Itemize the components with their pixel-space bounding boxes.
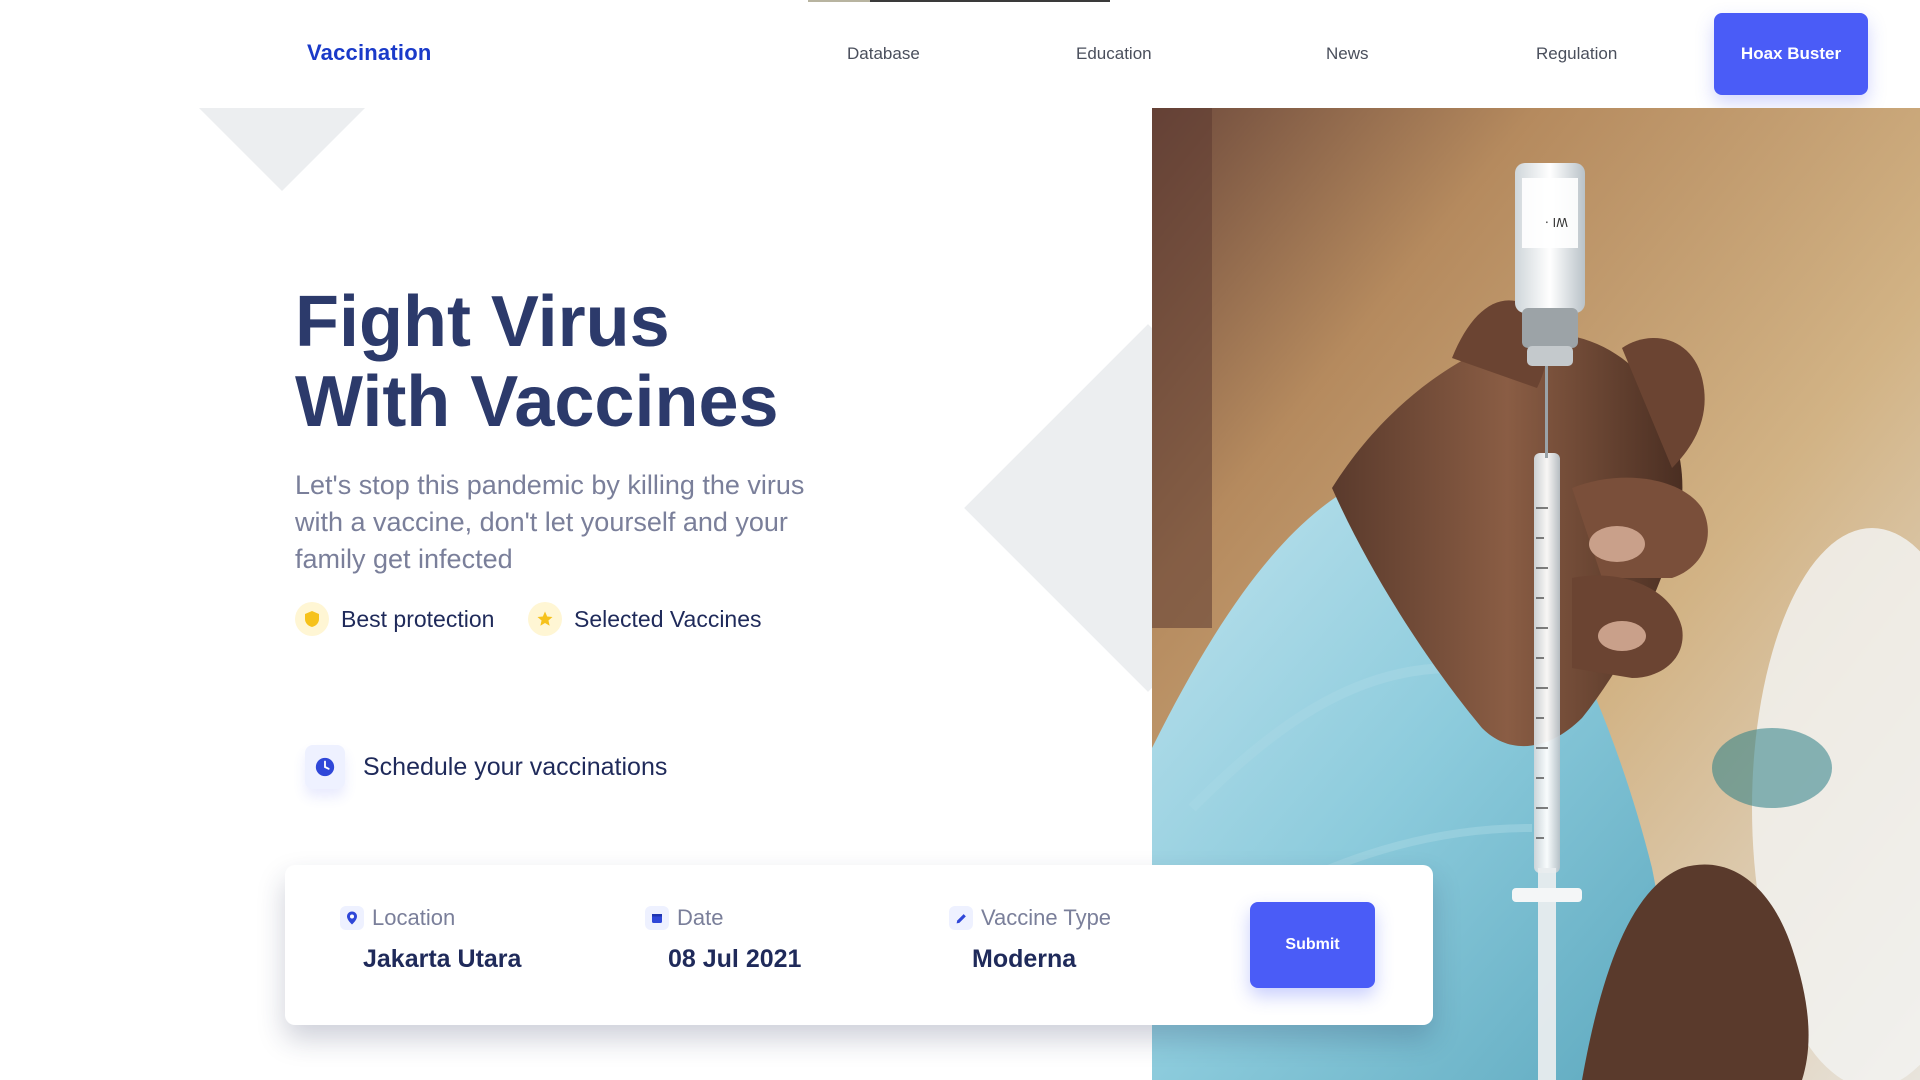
date-label: Date [677, 905, 724, 930]
feature-selected-vaccines: Selected Vaccines [528, 602, 762, 636]
vaccine-type-field[interactable]: Vaccine Type Moderna [949, 905, 1111, 974]
vial-label-text: WI · [1545, 215, 1568, 229]
vaccine-type-label: Vaccine Type [981, 905, 1112, 930]
nav-news[interactable]: News [1326, 44, 1369, 64]
date-value: 08 Jul 2021 [668, 945, 802, 973]
brand-logo[interactable]: Vaccination [307, 40, 431, 66]
hero-headline: Fight Virus With Vaccines [295, 282, 779, 442]
shield-icon [295, 602, 329, 636]
decorative-triangle [199, 108, 365, 191]
date-field[interactable]: Date 08 Jul 2021 [645, 905, 801, 974]
calendar-icon [645, 906, 669, 930]
nav-regulation[interactable]: Regulation [1536, 44, 1617, 64]
hero-subtext: Let's stop this pandemic by killing the … [295, 470, 805, 574]
submit-button[interactable]: Submit [1250, 902, 1375, 988]
nav-database[interactable]: Database [847, 44, 920, 64]
hero-headline-line-1: Fight Virus [295, 282, 670, 362]
location-field[interactable]: Location Jakarta Utara [340, 905, 521, 974]
star-icon [528, 602, 562, 636]
schedule-label: Schedule your vaccinations [363, 752, 668, 781]
feature-label: Best protection [341, 605, 495, 632]
page: Vaccination Database Education News Regu… [0, 0, 1920, 1080]
hero-headline-line-2: With Vaccines [295, 362, 779, 442]
clock-icon [305, 745, 345, 789]
map-pin-icon [340, 906, 364, 930]
location-value: Jakarta Utara [363, 945, 522, 973]
pencil-icon [949, 906, 973, 930]
hoax-buster-button[interactable]: Hoax Buster [1714, 13, 1868, 95]
feature-best-protection: Best protection [295, 602, 494, 636]
nav-education[interactable]: Education [1076, 44, 1152, 64]
feature-label: Selected Vaccines [574, 605, 762, 632]
top-decorative-line [808, 0, 1110, 2]
booking-card: Location Jakarta Utara Date 08 Jul 2021 [285, 865, 1433, 1025]
schedule-heading: Schedule your vaccinations [305, 745, 667, 789]
vaccine-type-value: Moderna [972, 945, 1077, 973]
location-label: Location [372, 905, 456, 930]
